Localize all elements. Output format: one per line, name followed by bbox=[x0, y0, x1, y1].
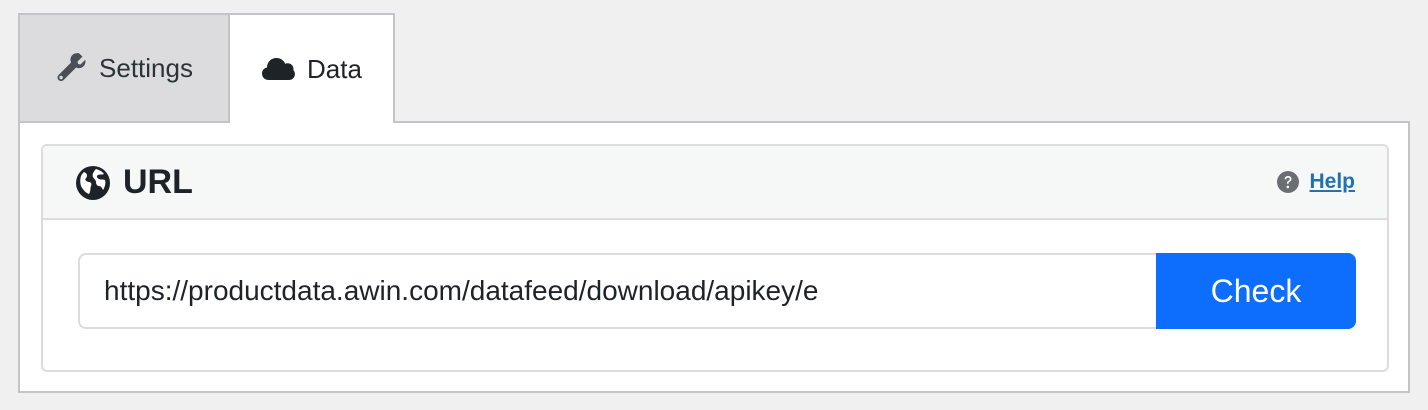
url-input-group: Check bbox=[78, 253, 1356, 329]
tab-label: Settings bbox=[99, 52, 193, 83]
globe-icon bbox=[75, 165, 111, 201]
help-link[interactable]: Help bbox=[1309, 170, 1355, 194]
tab-settings[interactable]: Settings bbox=[18, 13, 230, 121]
card-header: URL Help bbox=[43, 146, 1387, 220]
url-input[interactable] bbox=[78, 253, 1156, 329]
cloud-icon bbox=[261, 56, 295, 82]
tab-panel: URL Help Check bbox=[18, 121, 1410, 393]
card-title: URL bbox=[75, 163, 193, 202]
tab-label: Data bbox=[307, 53, 362, 84]
wrench-icon bbox=[55, 52, 87, 84]
url-card: URL Help Check bbox=[41, 144, 1389, 372]
check-button[interactable]: Check bbox=[1156, 253, 1356, 329]
tab-data[interactable]: Data bbox=[228, 13, 395, 123]
help-link-group: Help bbox=[1276, 170, 1355, 194]
question-circle-icon[interactable] bbox=[1276, 170, 1300, 194]
card-title-text: URL bbox=[123, 163, 193, 201]
